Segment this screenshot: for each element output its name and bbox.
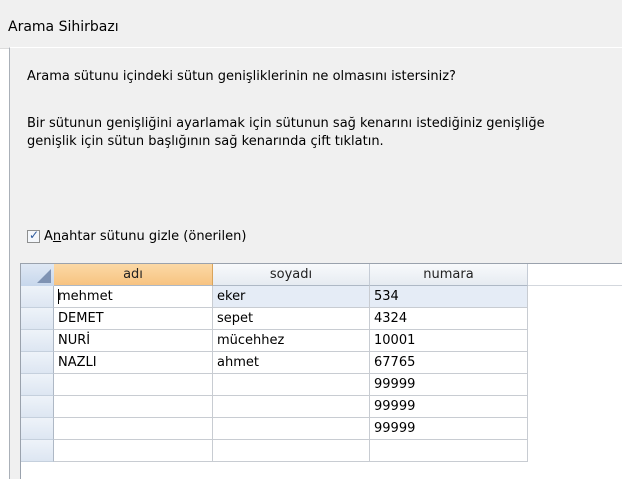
instruction-line-1: Bir sütunun genişliğini ayarlamak için s… — [27, 116, 545, 131]
checkmark-icon: ✓ — [29, 228, 40, 242]
table-cell[interactable] — [54, 396, 213, 418]
table-cell[interactable]: 99999 — [370, 396, 528, 418]
table-cell[interactable] — [213, 396, 370, 418]
table-cell[interactable]: NAZLI — [54, 352, 213, 374]
table-cell[interactable] — [54, 418, 213, 440]
table-cell[interactable] — [54, 374, 213, 396]
question-text: Arama sütunu içindeki sütun genişlikleri… — [27, 69, 456, 84]
window-title: Arama Sihirbazı — [8, 19, 119, 35]
table-cell[interactable]: NURİ — [54, 330, 213, 352]
title-bar: Arama Sihirbazı — [0, 0, 622, 49]
table-cell[interactable] — [213, 374, 370, 396]
empty-header-area — [528, 264, 622, 286]
row-selector[interactable] — [21, 330, 54, 352]
table-cell[interactable]: eker — [213, 286, 370, 308]
hide-key-checkbox[interactable]: ✓ — [27, 228, 40, 243]
table-cell[interactable]: 10001 — [370, 330, 528, 352]
select-all-corner[interactable] — [21, 264, 55, 287]
row-selector[interactable] — [21, 440, 54, 462]
table-cell[interactable]: mehmet — [54, 286, 213, 308]
table-cell[interactable]: sepet — [213, 308, 370, 330]
table-cell[interactable]: mücehhez — [213, 330, 370, 352]
table-cell[interactable] — [54, 440, 213, 462]
corner-triangle-icon — [37, 269, 51, 283]
instruction-line-2: genişlik için sütun başlığının sağ kenar… — [27, 134, 384, 149]
hide-key-label[interactable]: Anahtar sütunu gizle (önerilen) — [44, 229, 246, 244]
table-cell[interactable]: 99999 — [370, 374, 528, 396]
table-cell[interactable] — [213, 418, 370, 440]
table-cell[interactable]: 67765 — [370, 352, 528, 374]
column-header-soyadi[interactable]: soyadı — [213, 264, 370, 286]
table-cell[interactable] — [370, 440, 528, 462]
table-cell[interactable]: ahmet — [213, 352, 370, 374]
column-header-numara[interactable]: numara — [370, 264, 528, 286]
row-selector[interactable] — [21, 352, 54, 374]
row-selector[interactable] — [21, 374, 54, 396]
text-cursor — [58, 289, 59, 304]
table-cell[interactable]: 534 — [370, 286, 528, 308]
column-header-adi[interactable]: adı — [54, 264, 213, 286]
table-cell[interactable] — [213, 440, 370, 462]
row-selector[interactable] — [21, 418, 54, 440]
table-cell[interactable]: 99999 — [370, 418, 528, 440]
lookup-column-grid: adı soyadı numara mehmet eker 534 DEMET … — [20, 263, 622, 479]
table-cell[interactable]: DEMET — [54, 308, 213, 330]
row-selector[interactable] — [21, 286, 54, 308]
table-cell[interactable]: 4324 — [370, 308, 528, 330]
row-selector[interactable] — [21, 308, 54, 330]
row-selector[interactable] — [21, 396, 54, 418]
